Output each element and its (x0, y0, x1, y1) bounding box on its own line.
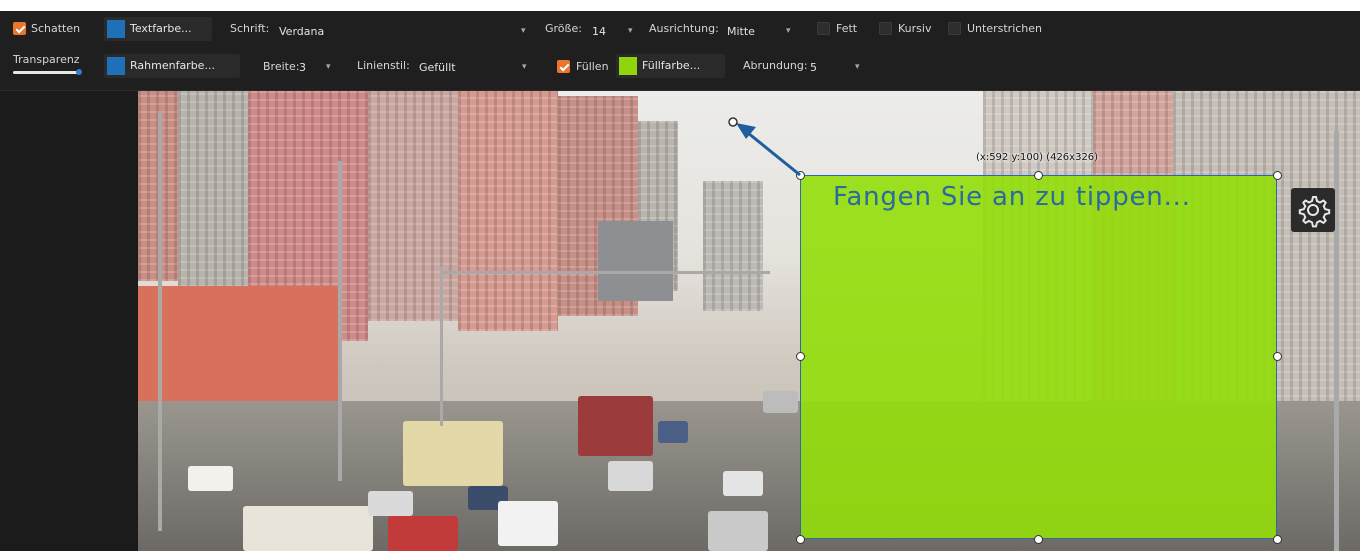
text-color-label: Textfarbe... (130, 22, 192, 35)
text-color-button[interactable]: Textfarbe... (104, 17, 212, 41)
bus (243, 506, 373, 551)
fill-color-label: Füllfarbe... (642, 59, 701, 72)
bus (578, 396, 653, 456)
resize-handle-top[interactable] (1034, 171, 1043, 180)
resize-handle-right[interactable] (1273, 352, 1282, 361)
underline-label: Unterstrichen (967, 22, 1043, 35)
width-dropdown-icon[interactable]: ▾ (326, 62, 331, 72)
resize-handle-bottom[interactable] (1034, 535, 1043, 544)
rounding-dropdown-icon[interactable]: ▾ (855, 62, 860, 72)
transparency-label: Transparenz (13, 53, 80, 66)
car (608, 461, 653, 491)
border-color-button[interactable]: Rahmenfarbe... (104, 54, 240, 78)
car (658, 421, 688, 443)
text-box-placeholder[interactable]: Fangen Sie an zu tippen... (833, 182, 1191, 212)
car (763, 391, 798, 413)
resize-handle-top-right[interactable] (1273, 171, 1282, 180)
fill-label: Füllen (576, 60, 609, 73)
underline-checkbox[interactable] (948, 22, 961, 35)
italic-checkbox[interactable] (879, 22, 892, 35)
rounding-select[interactable]: 5 (810, 61, 817, 74)
width-label: Breite: (263, 60, 300, 73)
font-select[interactable]: Verdana (279, 25, 324, 38)
building (178, 91, 248, 311)
bus (403, 421, 503, 486)
car (188, 466, 233, 491)
gear-icon (1298, 196, 1331, 228)
car (388, 516, 458, 551)
fill-color-swatch (619, 57, 637, 75)
resize-handle-left[interactable] (796, 352, 805, 361)
border-color-label: Rahmenfarbe... (130, 59, 215, 72)
size-dropdown-icon[interactable]: ▾ (628, 26, 633, 36)
car (723, 471, 763, 496)
bold-label: Fett (836, 22, 858, 35)
resize-handle-top-left[interactable] (796, 171, 805, 180)
line-style-select[interactable]: Gefüllt (419, 61, 456, 74)
italic-label: Kursiv (898, 22, 932, 35)
street-lamp (158, 111, 162, 531)
resize-handle-bottom-left[interactable] (796, 535, 805, 544)
alignment-dropdown-icon[interactable]: ▾ (786, 26, 791, 36)
overhead-sign (598, 221, 673, 301)
text-color-swatch (107, 20, 125, 38)
bold-checkbox[interactable] (817, 22, 830, 35)
size-select[interactable]: 14 (592, 25, 606, 38)
rounding-label: Abrundung: (743, 59, 808, 72)
annotation-toolbar: Schatten Textfarbe... Schrift: Verdana ▾… (0, 11, 1360, 91)
transparency-slider-handle[interactable] (76, 69, 82, 75)
window-top-edge (0, 0, 1360, 11)
settings-button[interactable] (1291, 188, 1335, 232)
border-color-swatch (107, 57, 125, 75)
width-select[interactable]: 3 (299, 61, 306, 74)
selection-info: (x:592 y:100) (426x326) (976, 152, 1099, 163)
sign-gantry-pole (440, 266, 443, 426)
car (708, 511, 768, 551)
street-lamp (338, 161, 342, 481)
building (458, 91, 558, 331)
font-dropdown-icon[interactable]: ▾ (521, 26, 526, 36)
car (368, 491, 413, 516)
car (498, 501, 558, 546)
text-box-annotation[interactable]: Fangen Sie an zu tippen... (800, 175, 1277, 539)
building (703, 181, 763, 311)
sign-gantry (440, 271, 770, 274)
font-label: Schrift: (230, 22, 270, 35)
fill-color-button[interactable]: Füllfarbe... (616, 54, 725, 78)
alignment-label: Ausrichtung: (649, 22, 719, 35)
line-style-dropdown-icon[interactable]: ▾ (522, 62, 527, 72)
alignment-select[interactable]: Mitte (727, 25, 755, 38)
shadow-label: Schatten (31, 22, 81, 35)
size-label: Größe: (545, 22, 582, 35)
building (368, 91, 458, 321)
fill-checkbox[interactable] (557, 60, 570, 73)
resize-handle-bottom-right[interactable] (1273, 535, 1282, 544)
transparency-slider[interactable] (13, 69, 82, 75)
shadow-checkbox[interactable] (13, 22, 26, 35)
line-style-label: Linienstil: (357, 59, 410, 72)
left-panel (0, 91, 138, 551)
